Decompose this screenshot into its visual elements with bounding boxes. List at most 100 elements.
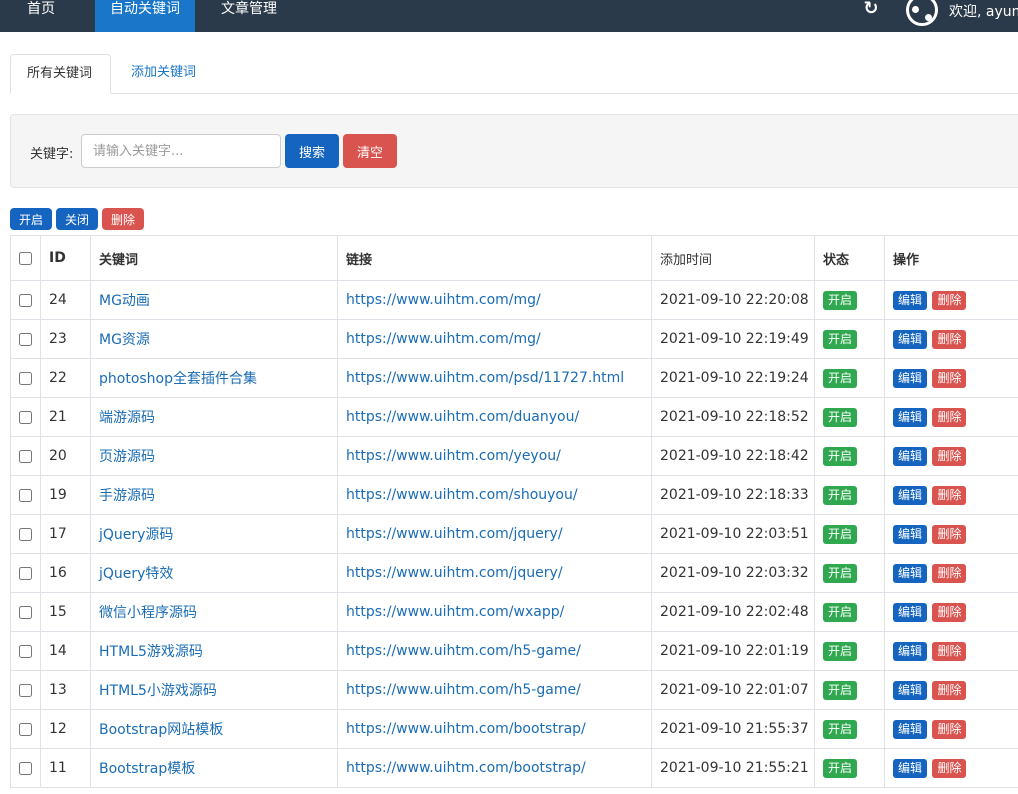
delete-button[interactable]: 删除 (932, 602, 967, 622)
row-keyword-link[interactable]: 手游源码 (90, 475, 338, 515)
row-url-link[interactable]: https://www.uihtm.com/yeyou/ (337, 436, 652, 476)
row-checkbox[interactable] (19, 644, 32, 658)
tab-all-keywords[interactable]: 所有关键词 (10, 54, 111, 94)
row-url-link[interactable]: https://www.uihtm.com/psd/11727.html (337, 358, 652, 398)
row-status-cell: 开启 (814, 748, 885, 788)
row-checkbox-cell (10, 436, 41, 476)
nav-article-management[interactable]: 文章管理 (221, 0, 301, 32)
row-url-link[interactable]: https://www.uihtm.com/duanyou/ (337, 397, 652, 437)
delete-button[interactable]: 删除 (932, 368, 967, 388)
row-keyword-link[interactable]: HTML5游戏源码 (90, 631, 338, 671)
select-all-checkbox[interactable] (19, 251, 32, 265)
row-status-cell: 开启 (814, 319, 885, 359)
edit-button[interactable]: 编辑 (893, 407, 928, 427)
welcome-text[interactable]: 欢迎, ayum (949, 1, 1018, 21)
row-url-link[interactable]: https://www.uihtm.com/mg/ (337, 319, 652, 359)
row-id: 24 (40, 280, 91, 320)
search-button[interactable]: 搜索 (285, 134, 339, 168)
row-url-link[interactable]: https://www.uihtm.com/bootstrap/ (337, 748, 652, 788)
row-checkbox[interactable] (19, 410, 32, 424)
delete-button[interactable]: 删除 (932, 641, 967, 661)
status-badge: 开启 (823, 485, 858, 505)
row-actions-cell: 编辑 删除 (884, 475, 1018, 515)
col-header-time: 添加时间 (651, 235, 815, 281)
edit-button[interactable]: 编辑 (893, 563, 928, 583)
row-added-time: 2021-09-10 22:18:42 (651, 436, 815, 476)
edit-button[interactable]: 编辑 (893, 602, 928, 622)
keyword-tabs: 所有关键词 添加关键词 (10, 54, 1018, 94)
table-row: 13 HTML5小游戏源码 https://www.uihtm.com/h5-gam… (10, 670, 1018, 710)
table-row: 23 MG资源 https://www.uihtm.com/mg/2021-09-1… (10, 319, 1018, 359)
row-keyword-link[interactable]: MG动画 (90, 280, 338, 320)
row-checkbox-cell (10, 592, 41, 632)
row-id: 16 (40, 553, 91, 593)
edit-button[interactable]: 编辑 (893, 290, 928, 310)
edit-button[interactable]: 编辑 (893, 719, 928, 739)
table-row: 14 HTML5游戏源码 https://www.uihtm.com/h5-game… (10, 631, 1018, 671)
row-keyword-link[interactable]: 端游源码 (90, 397, 338, 437)
row-url-link[interactable]: https://www.uihtm.com/h5-game/ (337, 631, 652, 671)
row-keyword-link[interactable]: 微信小程序源码 (90, 592, 338, 632)
row-checkbox[interactable] (19, 293, 32, 307)
delete-button[interactable]: 删除 (932, 446, 967, 466)
row-keyword-link[interactable]: Bootstrap模板 (90, 748, 338, 788)
tab-add-keyword[interactable]: 添加关键词 (115, 54, 212, 94)
row-checkbox[interactable] (19, 449, 32, 463)
row-keyword-link[interactable]: photoshop全套插件合集 (90, 358, 338, 398)
row-keyword-link[interactable]: jQuery特效 (90, 553, 338, 593)
row-checkbox[interactable] (19, 332, 32, 346)
delete-button[interactable]: 删除 (932, 524, 967, 544)
row-keyword-link[interactable]: Bootstrap网站模板 (90, 709, 338, 749)
edit-button[interactable]: 编辑 (893, 680, 928, 700)
row-status-cell: 开启 (814, 709, 885, 749)
avatar[interactable] (906, 0, 938, 26)
row-checkbox[interactable] (19, 527, 32, 541)
delete-button[interactable]: 删除 (932, 680, 967, 700)
row-keyword-link[interactable]: 页游源码 (90, 436, 338, 476)
delete-button[interactable]: 删除 (932, 758, 967, 778)
row-checkbox[interactable] (19, 761, 32, 775)
row-keyword-link[interactable]: HTML5小游戏源码 (90, 670, 338, 710)
row-url-link[interactable]: https://www.uihtm.com/mg/ (337, 280, 652, 320)
edit-button[interactable]: 编辑 (893, 758, 928, 778)
row-url-link[interactable]: https://www.uihtm.com/shouyou/ (337, 475, 652, 515)
delete-button[interactable]: 删除 (932, 563, 967, 583)
search-input[interactable] (81, 134, 281, 168)
batch-enable-button[interactable]: 开启 (10, 208, 52, 230)
row-url-link[interactable]: https://www.uihtm.com/jquery/ (337, 514, 652, 554)
row-checkbox[interactable] (19, 566, 32, 580)
delete-button[interactable]: 删除 (932, 290, 967, 310)
clear-button[interactable]: 清空 (343, 134, 397, 168)
edit-button[interactable]: 编辑 (893, 641, 928, 661)
row-checkbox[interactable] (19, 488, 32, 502)
edit-button[interactable]: 编辑 (893, 329, 928, 349)
edit-button[interactable]: 编辑 (893, 446, 928, 466)
row-url-link[interactable]: https://www.uihtm.com/wxapp/ (337, 592, 652, 632)
delete-button[interactable]: 删除 (932, 407, 967, 427)
status-badge: 开启 (823, 524, 858, 544)
edit-button[interactable]: 编辑 (893, 524, 928, 544)
row-keyword-link[interactable]: MG资源 (90, 319, 338, 359)
batch-disable-button[interactable]: 关闭 (56, 208, 98, 230)
row-url-link[interactable]: https://www.uihtm.com/jquery/ (337, 553, 652, 593)
row-checkbox[interactable] (19, 605, 32, 619)
row-checkbox[interactable] (19, 371, 32, 385)
batch-delete-button[interactable]: 删除 (102, 208, 144, 230)
status-badge: 开启 (823, 758, 858, 778)
delete-button[interactable]: 删除 (932, 485, 967, 505)
edit-button[interactable]: 编辑 (893, 368, 928, 388)
delete-button[interactable]: 删除 (932, 329, 967, 349)
row-actions-cell: 编辑 删除 (884, 514, 1018, 554)
nav-home[interactable]: 首页 (0, 0, 80, 32)
row-checkbox-cell (10, 631, 41, 671)
row-checkbox[interactable] (19, 722, 32, 736)
row-keyword-link[interactable]: jQuery源码 (90, 514, 338, 554)
row-url-link[interactable]: https://www.uihtm.com/bootstrap/ (337, 709, 652, 749)
row-checkbox[interactable] (19, 683, 32, 697)
refresh-icon[interactable]: ↻ (860, 0, 882, 20)
edit-button[interactable]: 编辑 (893, 485, 928, 505)
nav-auto-keywords[interactable]: 自动关键词 (95, 0, 195, 32)
status-badge: 开启 (823, 329, 858, 349)
delete-button[interactable]: 删除 (932, 719, 967, 739)
row-url-link[interactable]: https://www.uihtm.com/h5-game/ (337, 670, 652, 710)
